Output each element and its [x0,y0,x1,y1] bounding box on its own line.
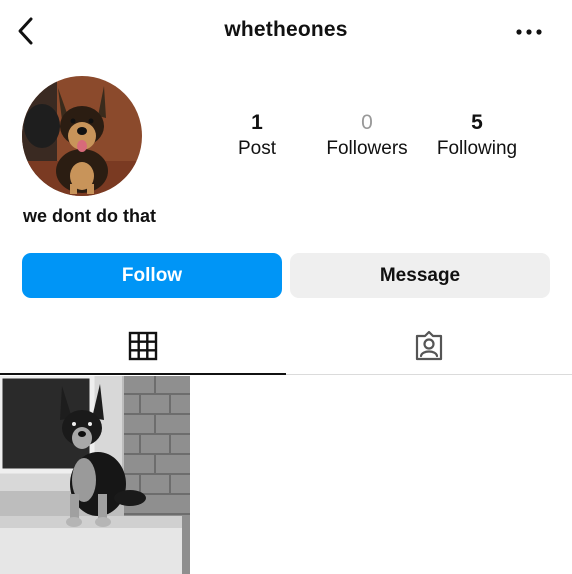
posts-count[interactable]: 1 Post [202,110,312,162]
follow-button[interactable]: Follow [22,253,282,298]
profile-username: whetheones [224,18,348,41]
more-horizontal-icon [516,29,542,35]
tagged-icon [415,330,443,361]
dog-post-image [0,376,190,574]
following-count-value: 5 [471,111,483,134]
following-count[interactable]: 5 Following [422,110,532,162]
grid-icon [128,331,158,360]
message-button[interactable]: Message [290,253,550,298]
post-thumbnail[interactable] [0,376,190,574]
profile-bio: we dont do that [23,206,156,226]
tab-posts-grid[interactable] [0,318,286,375]
posts-count-value: 1 [251,111,263,134]
more-options-button[interactable] [514,22,544,42]
posts-count-label: Post [237,138,277,159]
profile-avatar[interactable] [22,76,142,196]
followers-count-value: 0 [361,111,373,134]
tab-tagged[interactable] [286,318,572,374]
followers-count-label: Followers [326,138,408,159]
followers-count[interactable]: 0 Followers [312,110,422,162]
profile-tabs [0,318,572,375]
following-count-label: Following [436,138,518,159]
dog-avatar-image [22,76,142,196]
profile-header: whetheones [0,0,572,64]
